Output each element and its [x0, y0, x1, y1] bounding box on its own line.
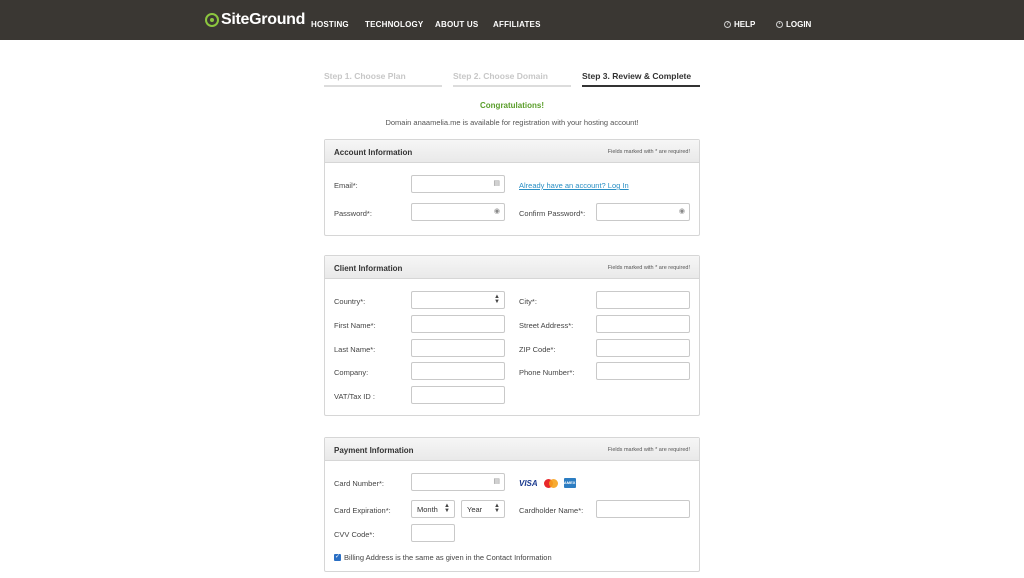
card-number-input[interactable]: ▤	[411, 473, 505, 491]
cardholder-name-input[interactable]	[596, 500, 690, 518]
city-input[interactable]	[596, 291, 690, 309]
country-select[interactable]: ▲ ▼	[411, 291, 505, 309]
email-input[interactable]: ▤	[411, 175, 505, 193]
password-icon: ◉	[493, 208, 500, 215]
company-label: Company:	[334, 368, 369, 377]
panel-header: Client Information Fields marked with * …	[325, 256, 699, 279]
zip-code-label: ZIP Code*:	[519, 345, 556, 354]
password-label: Password*:	[334, 209, 372, 218]
logo-text: SiteGround	[221, 11, 306, 28]
panel-title: Payment Information	[334, 446, 414, 455]
password-input[interactable]: ◉	[411, 203, 505, 221]
nav-affiliates[interactable]: AFFILIATES	[493, 20, 541, 29]
panel-header: Payment Information Fields marked with *…	[325, 438, 699, 461]
top-navbar: SiteGround HOSTING TECHNOLOGY ABOUT US A…	[0, 0, 1024, 40]
card-number-label: Card Number*:	[334, 479, 385, 488]
domain-available-message: Domain anaamelia.me is available for reg…	[385, 118, 639, 127]
congrats-message: Congratulations!	[480, 101, 544, 110]
help-label: HELP	[734, 20, 756, 29]
logo-mark-icon	[205, 13, 219, 27]
password-icon: ◉	[678, 208, 685, 215]
card-expiration-label: Card Expiration*:	[334, 506, 391, 515]
required-note: Fields marked with * are required!	[607, 149, 690, 155]
cvv-input[interactable]	[411, 524, 455, 542]
first-name-input[interactable]	[411, 315, 505, 333]
account-information-panel: Account Information Fields marked with *…	[324, 139, 700, 236]
mastercard-icon	[543, 478, 558, 488]
amex-icon: AMEX	[563, 478, 576, 488]
visa-icon: VISA	[519, 478, 538, 488]
nav-hosting[interactable]: HOSTING	[311, 20, 349, 29]
street-address-label: Street Address*:	[519, 321, 574, 330]
year-value: Year	[467, 505, 483, 514]
siteground-logo[interactable]: SiteGround	[205, 11, 305, 29]
email-label: Email*:	[334, 181, 358, 190]
login-label: LOGIN	[786, 20, 812, 29]
client-information-panel: Client Information Fields marked with * …	[324, 255, 700, 416]
company-input[interactable]	[411, 362, 505, 380]
month-value: Month	[417, 505, 438, 514]
street-address-input[interactable]	[596, 315, 690, 333]
panel-header: Account Information Fields marked with *…	[325, 140, 699, 163]
login-existing-account-link[interactable]: Already have an account? Log In	[519, 181, 629, 190]
panel-title: Account Information	[334, 148, 413, 157]
panel-title: Client Information	[334, 264, 403, 273]
confirm-password-label: Confirm Password*:	[519, 209, 586, 218]
select-arrows-icon: ▲ ▼	[494, 294, 500, 305]
phone-number-label: Phone Number*:	[519, 368, 575, 377]
country-label: Country*:	[334, 297, 366, 306]
cardholder-name-label: Cardholder Name*:	[519, 506, 584, 515]
step-choose-plan[interactable]: Step 1. Choose Plan	[324, 71, 442, 87]
select-arrows-icon: ▲ ▼	[444, 503, 450, 514]
phone-number-input[interactable]	[596, 362, 690, 380]
expiration-month-select[interactable]: Month ▲ ▼	[411, 500, 455, 518]
last-name-label: Last Name*:	[334, 345, 376, 354]
first-name-label: First Name*:	[334, 321, 376, 330]
required-note: Fields marked with * are required!	[607, 265, 690, 271]
expiration-year-select[interactable]: Year ▲ ▼	[461, 500, 505, 518]
cvv-label: CVV Code*:	[334, 530, 375, 539]
help-link[interactable]: ? HELP	[724, 20, 755, 29]
last-name-input[interactable]	[411, 339, 505, 357]
required-note: Fields marked with * are required!	[607, 447, 690, 453]
nav-technology[interactable]: TECHNOLOGY	[365, 20, 423, 29]
city-label: City*:	[519, 297, 537, 306]
zip-code-input[interactable]	[596, 339, 690, 357]
step-review-complete: Step 3. Review & Complete	[582, 71, 700, 87]
contact-card-icon: ▤	[493, 478, 500, 485]
accepted-cards: VISA AMEX	[519, 478, 576, 488]
billing-same-checkbox[interactable]: ✓	[334, 554, 341, 561]
vat-input[interactable]	[411, 386, 505, 404]
billing-same-label: Billing Address is the same as given in …	[344, 553, 552, 562]
select-arrows-icon: ▲ ▼	[494, 503, 500, 514]
payment-information-panel: Payment Information Fields marked with *…	[324, 437, 700, 572]
login-link[interactable]: • LOGIN	[776, 20, 811, 29]
nav-about-us[interactable]: ABOUT US	[435, 20, 478, 29]
help-icon: ?	[724, 21, 731, 28]
confirm-password-input[interactable]: ◉	[596, 203, 690, 221]
step-choose-domain[interactable]: Step 2. Choose Domain	[453, 71, 571, 87]
vat-label: VAT/Tax ID :	[334, 392, 375, 401]
contact-card-icon: ▤	[493, 180, 500, 187]
user-icon: •	[776, 21, 783, 28]
